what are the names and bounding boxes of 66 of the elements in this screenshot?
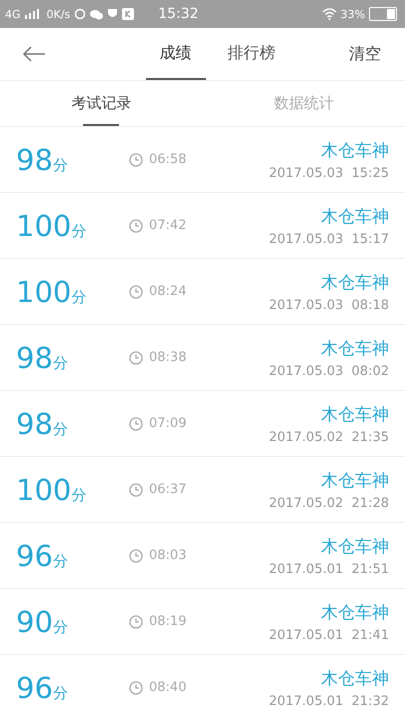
score-unit: 分 — [52, 684, 68, 702]
exam-duration: 08:40 — [149, 680, 186, 695]
exam-date: 2017.05.03 15:25 — [268, 166, 389, 180]
shield-icon — [107, 8, 118, 20]
score-unit: 分 — [71, 222, 86, 240]
score-value: 90 — [16, 604, 53, 638]
exam-date: 2017.05.03 08:02 — [268, 364, 389, 378]
exam-date: 2017.05.02 21:35 — [268, 430, 389, 444]
exam-duration: 08:19 — [149, 614, 186, 629]
user-name: 木仓车神 — [321, 536, 389, 558]
exam-date: 2017.05.01 21:32 — [268, 694, 389, 708]
battery-icon — [369, 7, 397, 21]
score-value: 98 — [16, 406, 53, 440]
user-name: 木仓车神 — [321, 206, 389, 228]
exam-date: 2017.05.03 08:18 — [268, 298, 389, 312]
user-name: 木仓车神 — [321, 668, 389, 690]
score-unit: 分 — [71, 288, 86, 306]
clock-icon — [129, 548, 143, 562]
exam-date: 2017.05.02 21:28 — [268, 496, 389, 510]
score-value: 100 — [16, 208, 72, 242]
clear-button[interactable]: 清空 — [343, 42, 387, 66]
battery-percent: 33% — [340, 8, 365, 20]
score-value: 98 — [16, 340, 53, 374]
score-unit: 分 — [71, 486, 86, 504]
score-unit: 分 — [52, 552, 68, 570]
header-tab[interactable]: 排行榜 — [214, 28, 290, 80]
score-unit: 分 — [52, 156, 68, 174]
clock-icon — [129, 680, 143, 694]
back-arrow-icon[interactable] — [22, 46, 46, 62]
user-name: 木仓车神 — [321, 602, 389, 624]
clock-icon — [129, 482, 143, 496]
score-unit: 分 — [52, 420, 68, 438]
score-value: 100 — [16, 274, 72, 308]
exam-duration: 08:38 — [149, 350, 186, 365]
exam-duration: 06:37 — [149, 482, 186, 497]
score-value: 98 — [16, 142, 53, 176]
user-name: 木仓车神 — [321, 338, 389, 360]
user-name: 木仓车神 — [321, 470, 389, 492]
exam-date: 2017.05.03 15:17 — [268, 232, 389, 246]
clock-time: 15:32 — [158, 6, 199, 22]
user-name: 木仓车神 — [321, 140, 389, 162]
user-name: 木仓车神 — [321, 272, 389, 294]
score-value: 100 — [16, 472, 72, 506]
exam-duration: 06:58 — [149, 152, 186, 167]
clock-icon — [129, 218, 143, 232]
exam-date: 2017.05.01 21:41 — [268, 628, 389, 642]
wifi-icon — [322, 8, 337, 20]
exam-duration: 08:03 — [149, 548, 186, 563]
score-unit: 分 — [52, 618, 68, 636]
score-value: 96 — [16, 670, 53, 704]
clock-icon — [129, 350, 143, 364]
exam-duration: 07:42 — [149, 218, 186, 233]
exam-date: 2017.05.01 21:51 — [268, 562, 389, 576]
exam-duration: 07:09 — [149, 416, 186, 431]
clock-icon — [129, 614, 143, 628]
score-unit: 分 — [52, 354, 68, 372]
message-icon — [90, 8, 104, 20]
clock-icon — [129, 284, 143, 298]
exam-duration: 08:24 — [149, 284, 186, 299]
score-value: 96 — [16, 538, 53, 572]
network-speed: 0K/s — [46, 8, 70, 20]
clock-icon — [129, 416, 143, 430]
user-name: 木仓车神 — [321, 404, 389, 426]
network-type: 4G — [5, 8, 21, 20]
app-icon — [122, 8, 134, 20]
clock-icon — [129, 152, 143, 166]
